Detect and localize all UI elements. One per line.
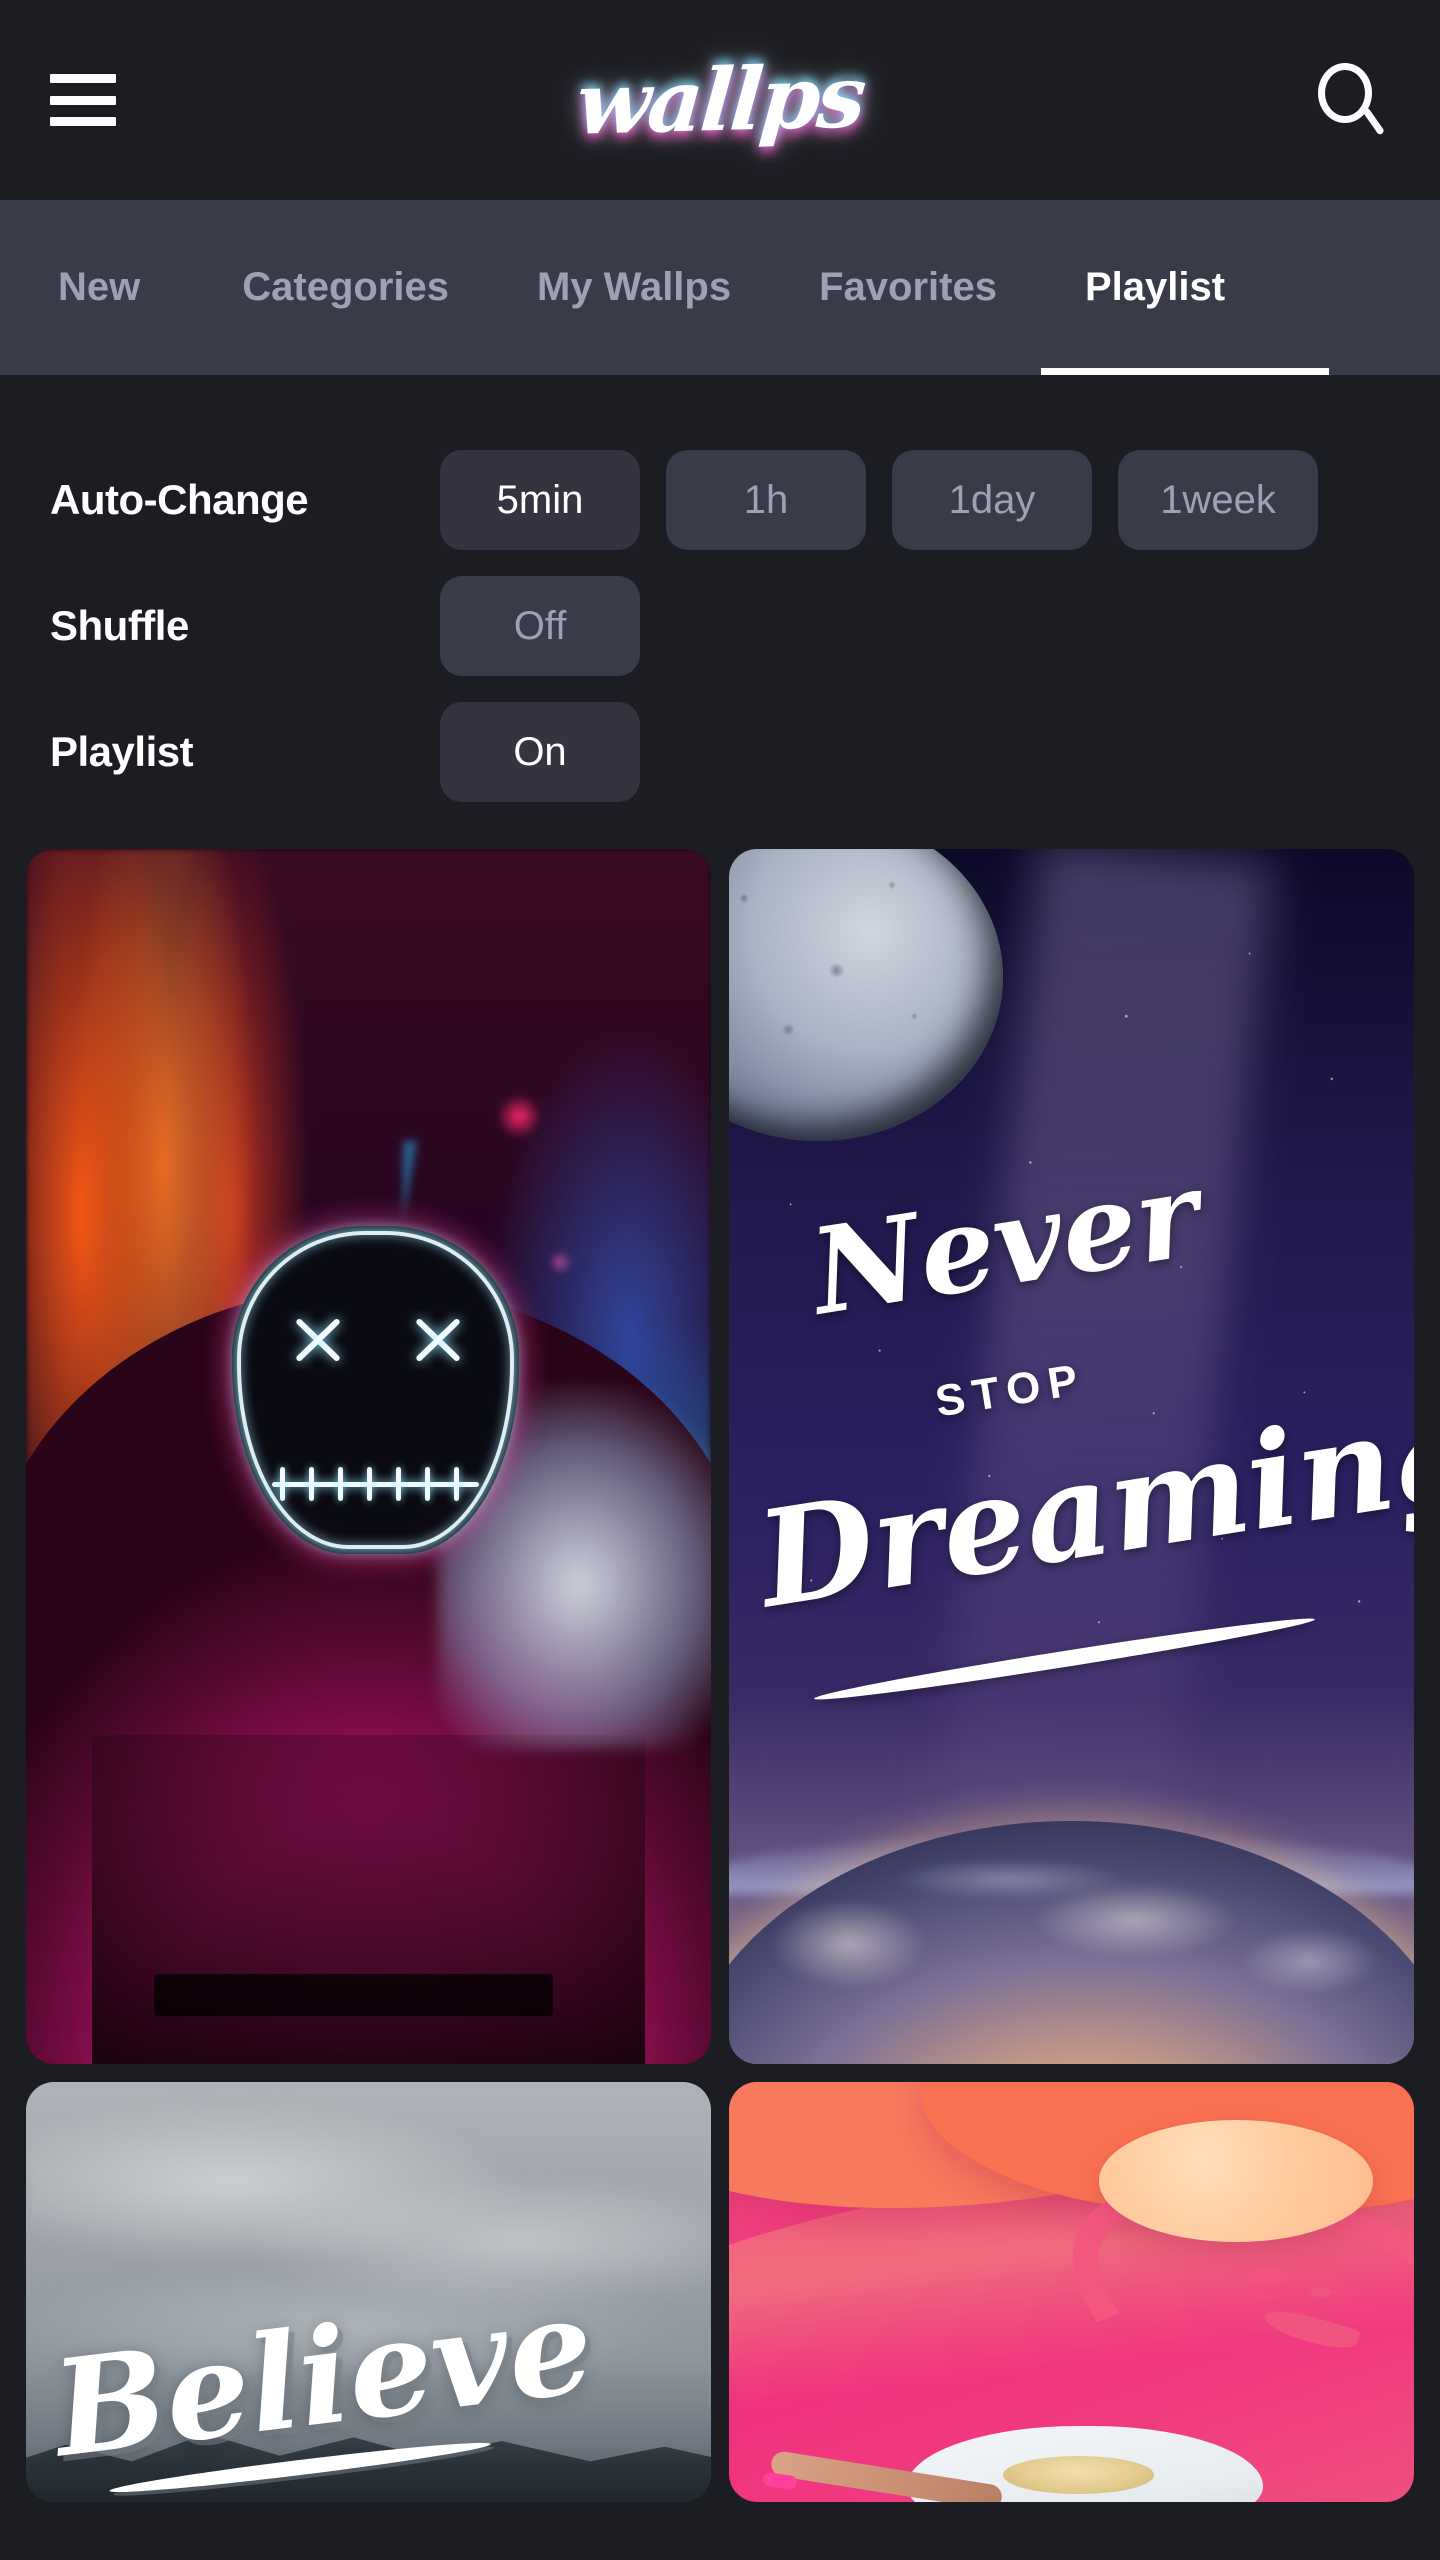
setting-label-playlist: Playlist xyxy=(50,728,194,775)
neon-mask-artwork xyxy=(26,849,711,2064)
shuffle-toggle[interactable]: Off xyxy=(440,576,640,676)
tab-categories[interactable]: Categories xyxy=(198,200,493,375)
wallpaper-card-believe[interactable]: Believe xyxy=(26,2082,711,2502)
menu-bar-1 xyxy=(50,74,116,83)
playlist-settings: Auto-Change 5min 1h 1day 1week Shuffle O… xyxy=(0,375,1440,849)
pink-droplet-2 xyxy=(1309,2287,1332,2298)
setting-label-auto-change: Auto-Change xyxy=(50,476,309,523)
app-root: wallps New Categories My Wallps Favorite… xyxy=(0,0,1440,2560)
setting-row-shuffle: Shuffle Off xyxy=(0,563,1440,689)
wallpaper-card-never-stop-dreaming[interactable]: Never STOP Dreaming xyxy=(729,849,1414,2064)
hamburger-menu-icon[interactable] xyxy=(50,74,116,126)
auto-change-options: 5min 1h 1day 1week xyxy=(440,450,1318,550)
app-logo: wallps xyxy=(0,0,1440,200)
wallpaper-card-neon-mask[interactable] xyxy=(26,849,711,2064)
auto-change-option-1h[interactable]: 1h xyxy=(666,450,866,550)
space-artwork: Never STOP Dreaming xyxy=(729,849,1414,2064)
tab-new[interactable]: New xyxy=(58,200,198,375)
wallpaper-card-abstract-pink[interactable] xyxy=(729,2082,1414,2502)
straw-hat xyxy=(1003,2455,1154,2494)
playlist-toggle[interactable]: On xyxy=(440,702,640,802)
mask-eye-right-icon xyxy=(409,1311,467,1369)
tab-playlist[interactable]: Playlist xyxy=(1040,200,1330,375)
pink-droplet-1 xyxy=(1249,2266,1291,2284)
abstract-pink-artwork xyxy=(729,2082,1414,2502)
app-header: wallps xyxy=(0,0,1440,200)
menu-bar-2 xyxy=(50,95,116,105)
believe-artwork: Believe xyxy=(26,2082,711,2502)
playlist-options: On xyxy=(440,702,640,802)
mask-mouth-icon xyxy=(271,1467,479,1502)
hoodie-text-band xyxy=(153,1974,553,2017)
setting-row-auto-change: Auto-Change 5min 1h 1day 1week xyxy=(0,437,1440,563)
auto-change-option-5min[interactable]: 5min xyxy=(440,450,640,550)
peach-sun-circle xyxy=(1098,2119,1373,2242)
auto-change-option-1day[interactable]: 1day xyxy=(892,450,1092,550)
shuffle-options: Off xyxy=(440,576,640,676)
wallpaper-grid: Never STOP Dreaming Believe xyxy=(0,849,1440,2502)
tab-my-wallps[interactable]: My Wallps xyxy=(493,200,775,375)
search-icon[interactable] xyxy=(1312,61,1390,139)
menu-bar-3 xyxy=(50,117,116,126)
auto-change-option-1week[interactable]: 1week xyxy=(1118,450,1318,550)
search-handle xyxy=(1362,106,1385,136)
tab-favorites[interactable]: Favorites xyxy=(775,200,1041,375)
tab-bar: New Categories My Wallps Favorites Playl… xyxy=(0,200,1440,375)
mask-eye-left-icon xyxy=(289,1311,347,1369)
app-logo-text: wallps xyxy=(572,45,868,155)
setting-row-playlist: Playlist On xyxy=(0,689,1440,815)
neon-mask-icon xyxy=(231,1225,520,1554)
setting-label-shuffle: Shuffle xyxy=(50,602,189,649)
